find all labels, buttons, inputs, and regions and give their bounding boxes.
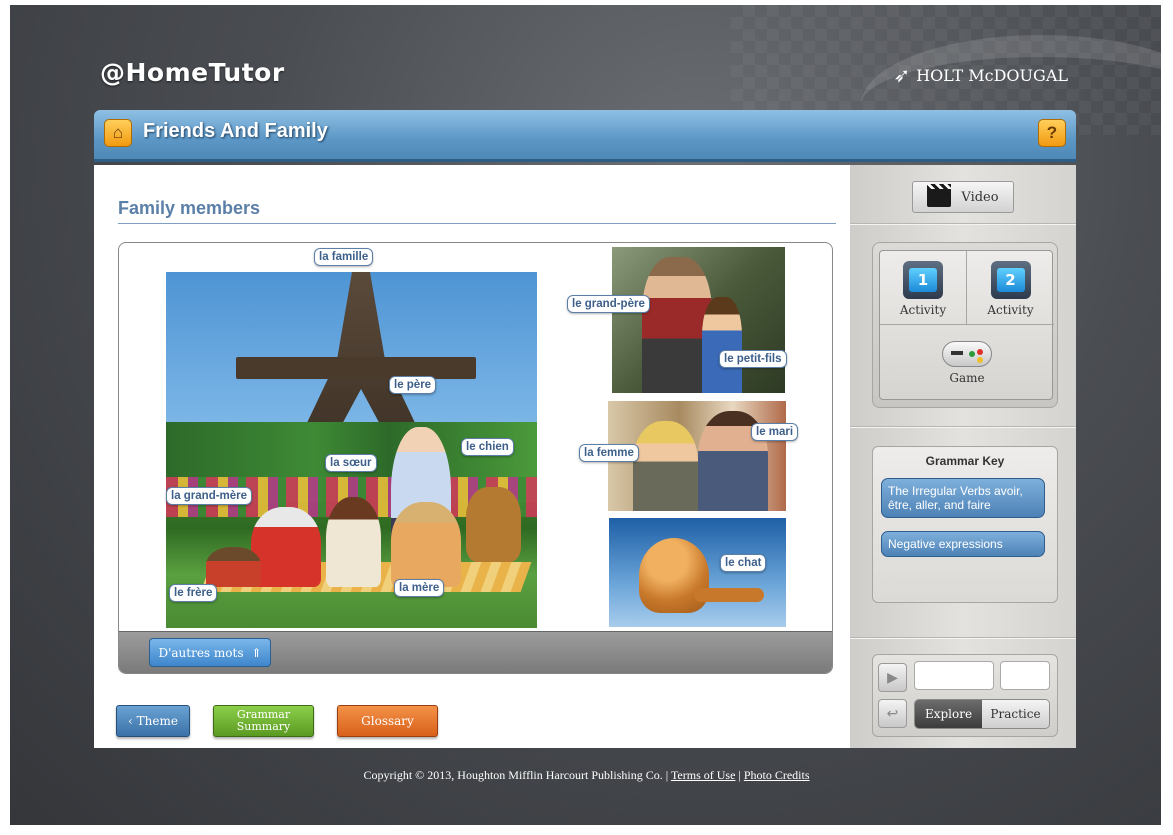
label-le-mari[interactable]: le mari: [751, 423, 799, 441]
grammar-key-panel: Grammar Key The Irregular Verbs avoir, ê…: [872, 446, 1058, 603]
activity-1-icon: 1: [903, 261, 943, 299]
video-button[interactable]: Video: [912, 181, 1014, 213]
sister-figure: [326, 497, 381, 587]
glossary-button[interactable]: Glossary: [337, 705, 438, 737]
grandmother-figure: [251, 507, 321, 587]
sidebar-divider: [850, 637, 1076, 639]
label-le-petit-fils[interactable]: le petit-fils: [719, 350, 787, 368]
vocabulary-panel: la famille le père le chien la sœur la g…: [118, 242, 833, 674]
play-icon: ▶: [887, 669, 898, 685]
sidebar-divider: [850, 223, 1076, 225]
terms-of-use-link[interactable]: Terms of Use: [671, 768, 735, 782]
mode-toggle: Explore Practice: [914, 699, 1050, 729]
video-label: Video: [961, 189, 999, 205]
footer: Copyright © 2013, Houghton Mifflin Harco…: [0, 768, 1173, 783]
activity-2-label: Activity: [987, 303, 1034, 317]
label-le-chat[interactable]: le chat: [720, 554, 767, 572]
game-label: Game: [949, 371, 985, 385]
label-la-famille[interactable]: la famille: [314, 248, 374, 266]
activity-2-button[interactable]: 2 Activity: [967, 251, 1054, 325]
cat-tail: [694, 588, 764, 602]
grandfather-grandson-photo: [612, 247, 785, 393]
sidebar-divider: [850, 426, 1076, 428]
grammar-key-item[interactable]: The Irregular Verbs avoir, être, aller, …: [881, 478, 1045, 518]
activity-1-label: Activity: [899, 303, 947, 317]
label-la-soeur[interactable]: la sœur: [325, 454, 377, 472]
activity-1-button[interactable]: 1 Activity: [880, 251, 967, 325]
activity-grid: 1 Activity 2 Activity Game: [879, 250, 1054, 401]
activity-panel: 1 Activity 2 Activity Game: [872, 242, 1058, 408]
gamepad-icon: [942, 341, 992, 367]
home-icon: ⌂: [112, 123, 124, 142]
label-le-grand-pere[interactable]: le grand-père: [567, 295, 650, 313]
label-le-chien[interactable]: le chien: [461, 438, 514, 456]
label-le-pere[interactable]: le père: [389, 376, 437, 394]
more-words-label: D'autres mots: [158, 645, 244, 660]
theme-label: Theme: [136, 714, 178, 728]
label-la-femme[interactable]: la femme: [579, 444, 639, 462]
status-field: [914, 661, 994, 690]
label-la-grand-mere[interactable]: la grand-mère: [166, 487, 253, 505]
publisher-logo: ➶ HOLT McDOUGAL: [893, 63, 1068, 87]
undo-icon: ↩: [886, 705, 899, 721]
chevron-up-icon: ⇑: [251, 645, 262, 660]
bird-icon: ➶: [893, 63, 911, 87]
section-divider: [118, 223, 836, 224]
explore-mode-button[interactable]: Explore: [915, 700, 982, 728]
grammar-summary-button[interactable]: Grammar Summary: [213, 705, 314, 737]
grammar-label-line2: Summary: [236, 720, 291, 733]
help-button[interactable]: ?: [1038, 119, 1066, 147]
counter-field: [1000, 661, 1050, 690]
play-button[interactable]: ▶: [878, 663, 907, 692]
eiffel-tower-deck: [236, 357, 476, 379]
wife-figure: [633, 421, 698, 511]
sidebar: Video 1 Activity 2 Activity Game Grammar…: [850, 165, 1076, 748]
grandson-figure: [702, 297, 742, 393]
home-button[interactable]: ⌂: [104, 119, 132, 147]
title-bar: ⌂ Friends And Family ?: [94, 110, 1076, 162]
mother-figure: [391, 502, 461, 587]
more-words-button[interactable]: D'autres mots ⇑: [149, 638, 271, 667]
cat-photo: [609, 518, 786, 627]
copyright-text: Copyright © 2013, Houghton Mifflin Harco…: [363, 768, 669, 782]
game-button[interactable]: Game: [880, 325, 1054, 401]
panel-footer: D'autres mots ⇑: [119, 631, 832, 673]
label-le-frere[interactable]: le frère: [169, 584, 218, 602]
dog-figure: [466, 487, 521, 562]
footer-separator: |: [738, 768, 741, 782]
publisher-name: HOLT McDOUGAL: [916, 65, 1068, 85]
label-la-mere[interactable]: la mère: [394, 579, 445, 597]
photo-credits-link[interactable]: Photo Credits: [744, 768, 810, 782]
practice-mode-button[interactable]: Practice: [982, 700, 1049, 728]
activity-2-icon: 2: [990, 261, 1031, 299]
chevron-left-icon: ‹: [128, 714, 137, 728]
grammar-key-title: Grammar Key: [925, 454, 1005, 468]
navigation-panel: ▶ ↩ Explore Practice: [872, 654, 1058, 737]
clapperboard-icon: [927, 183, 952, 207]
brother-figure: [206, 547, 261, 587]
page-title: Friends And Family: [143, 120, 328, 142]
main-content: Family members la famille le père le chi…: [94, 165, 850, 748]
section-title: Family members: [118, 198, 261, 218]
hometutor-logo: @HomeTutor: [100, 58, 285, 87]
theme-button[interactable]: ‹ Theme: [116, 705, 190, 737]
undo-button[interactable]: ↩: [878, 699, 907, 728]
grammar-key-item[interactable]: Negative expressions: [881, 531, 1045, 557]
